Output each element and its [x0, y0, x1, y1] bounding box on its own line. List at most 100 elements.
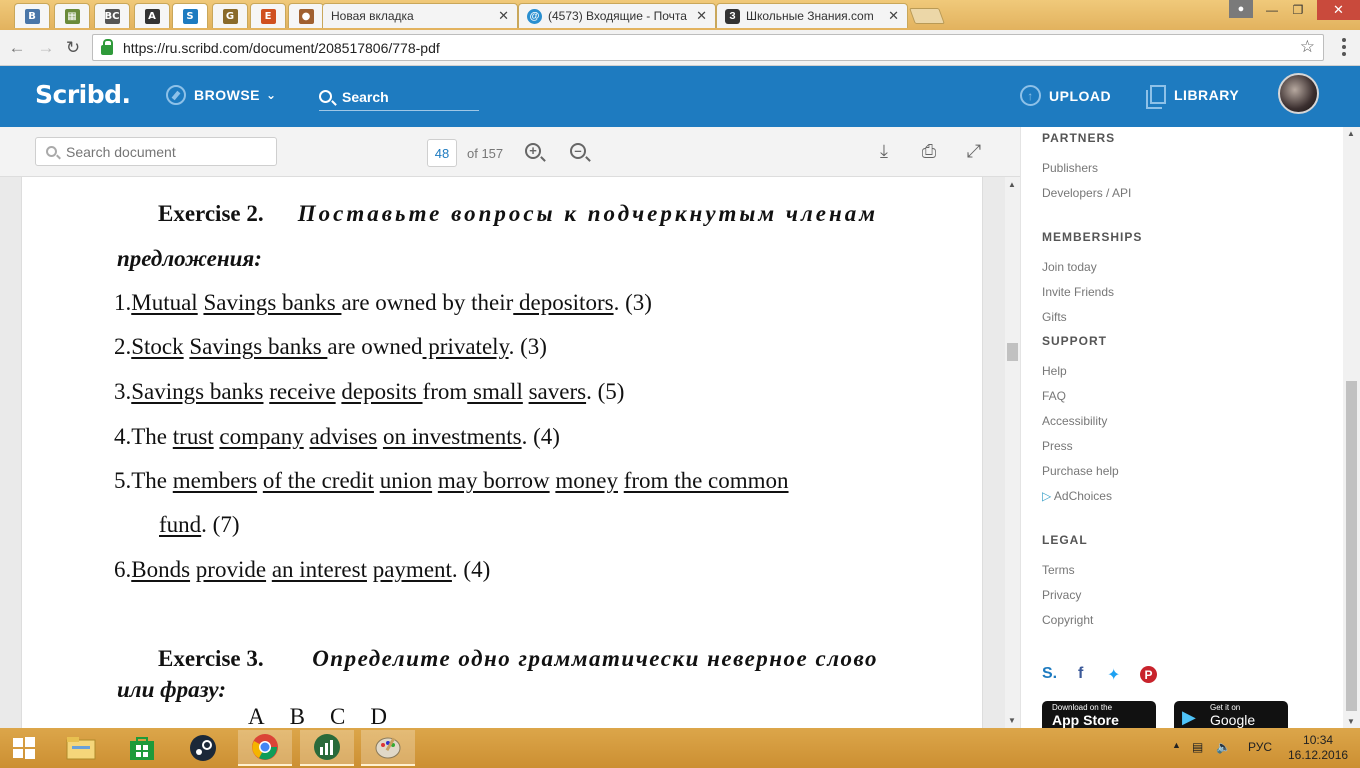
tab-new-tab[interactable]: Новая вкладка ✕	[322, 3, 518, 28]
address-bar[interactable]: https://ru.scribd.com/document/208517806…	[92, 34, 1324, 61]
library-label: LIBRARY	[1174, 86, 1240, 103]
language-indicator[interactable]: РУС	[1248, 740, 1272, 754]
scribd-logo[interactable]: Scribd.	[35, 80, 131, 109]
search-label: Search	[342, 88, 389, 105]
faq-link[interactable]: FAQ	[1042, 389, 1066, 403]
scroll-up-icon[interactable]: ▲	[1347, 129, 1355, 138]
google-play-button[interactable]: ▶ Get it on Google play	[1174, 701, 1288, 728]
forward-arrow-icon[interactable]: →	[35, 37, 57, 59]
tab-6[interactable]: G	[212, 3, 248, 28]
terms-link[interactable]: Terms	[1042, 563, 1075, 577]
steam-icon[interactable]	[176, 730, 230, 766]
accessibility-link[interactable]: Accessibility	[1042, 414, 1107, 428]
compass-icon	[166, 85, 186, 105]
zoom-out-icon[interactable]: –	[566, 139, 590, 163]
volume-icon[interactable]: 🔈	[1216, 740, 1231, 754]
favicon-icon: S	[182, 8, 198, 24]
facebook-icon[interactable]: f	[1078, 665, 1083, 683]
close-tab-icon[interactable]: ✕	[888, 8, 899, 24]
tab-2[interactable]: ▦	[54, 3, 90, 28]
system-clock[interactable]: 10:34 16.12.2016	[1288, 733, 1348, 763]
network-icon[interactable]: ▤	[1192, 740, 1203, 754]
browse-label: BROWSE	[194, 87, 260, 103]
store-icon[interactable]	[115, 730, 169, 766]
privacy-link[interactable]: Privacy	[1042, 588, 1081, 602]
copyright-link[interactable]: Copyright	[1042, 613, 1093, 627]
tab-znania[interactable]: З Школьные Знания.com ✕	[716, 3, 908, 28]
close-tab-icon[interactable]: ✕	[696, 8, 707, 24]
tab-7[interactable]: E	[250, 3, 286, 28]
scrollbar-thumb[interactable]	[1346, 381, 1357, 711]
scroll-up-icon[interactable]: ▲	[1008, 180, 1016, 189]
tab-mail[interactable]: @ (4573) Входящие - Почта ✕	[518, 3, 716, 28]
site-header: Scribd. BROWSE ⌄ Search ↑ UPLOAD LIBRARY	[0, 66, 1360, 127]
show-hidden-icons[interactable]: ▲	[1172, 740, 1181, 750]
clock-time: 10:34	[1303, 733, 1334, 747]
scribd-tab[interactable]: S	[172, 3, 208, 28]
scroll-down-icon[interactable]: ▼	[1347, 717, 1355, 726]
underlined-phrase: small	[467, 379, 523, 404]
underlined-phrase: of the credit	[262, 468, 374, 493]
exercise-line: 1.Mutual Savings banks are owned by thei…	[114, 290, 652, 316]
page-scrollbar[interactable]: ▲ ▼	[1343, 127, 1360, 728]
scroll-down-icon[interactable]: ▼	[1008, 716, 1016, 725]
browser-menu-icon[interactable]	[1336, 38, 1352, 56]
chrome-icon[interactable]	[238, 730, 292, 766]
developers-api-link[interactable]: Developers / API	[1042, 186, 1131, 200]
search-document-box[interactable]	[35, 137, 277, 166]
scrollbar-thumb[interactable]	[1007, 343, 1018, 361]
underlined-phrase: fund	[159, 512, 202, 537]
document-scrollbar[interactable]: ▲ ▼	[1005, 177, 1020, 728]
library-button[interactable]: LIBRARY	[1146, 85, 1240, 109]
minimize-button[interactable]: —	[1262, 0, 1282, 20]
gifts-link[interactable]: Gifts	[1042, 310, 1067, 324]
line-number: 4.	[114, 424, 132, 449]
exercise-label: Exercise 2.	[158, 201, 264, 226]
pinterest-icon[interactable]: P	[1140, 666, 1157, 683]
underlined-phrase: union	[379, 468, 433, 493]
search-document-input[interactable]	[66, 143, 256, 160]
new-tab-button[interactable]	[909, 8, 945, 24]
user-profile-icon[interactable]: ●	[1229, 0, 1253, 18]
avatar[interactable]	[1278, 73, 1319, 114]
reload-icon[interactable]: ↻	[62, 37, 84, 59]
tab-4[interactable]: A	[134, 3, 170, 28]
tab-8[interactable]: ●	[288, 3, 324, 28]
app-store-label: App Store	[1052, 712, 1119, 728]
monitor-app-icon[interactable]	[300, 730, 354, 766]
invite-friends-link[interactable]: Invite Friends	[1042, 285, 1114, 299]
upload-button[interactable]: ↑ UPLOAD	[1020, 85, 1111, 106]
paint-icon[interactable]	[361, 730, 415, 766]
back-arrow-icon[interactable]: ←	[6, 37, 28, 59]
publishers-link[interactable]: Publishers	[1042, 161, 1098, 175]
start-button[interactable]	[0, 730, 48, 766]
fullscreen-icon[interactable]: ⤢	[962, 139, 986, 163]
page-number-input[interactable]: 48	[427, 139, 457, 167]
twitter-icon[interactable]: ✦	[1107, 665, 1120, 685]
purchase-help-link[interactable]: Purchase help	[1042, 464, 1119, 478]
maximize-button[interactable]: ❐	[1288, 0, 1308, 20]
bc-tab[interactable]: BC	[94, 3, 130, 28]
join-today-link[interactable]: Join today	[1042, 260, 1097, 274]
underlined-phrase: company	[219, 424, 304, 449]
scribd-social-icon[interactable]: S.	[1042, 665, 1057, 683]
download-icon[interactable]: ⤓	[872, 139, 896, 163]
line-number: 1.	[114, 290, 132, 315]
adchoices-link[interactable]: ▷ AdChoices	[1042, 489, 1112, 503]
tab-title: Школьные Знания.com	[746, 9, 874, 23]
press-link[interactable]: Press	[1042, 439, 1073, 453]
file-explorer-icon[interactable]	[54, 730, 108, 766]
underlined-phrase: savers	[528, 379, 587, 404]
zoom-in-icon[interactable]: +	[521, 139, 545, 163]
close-tab-icon[interactable]: ✕	[498, 8, 509, 24]
site-search[interactable]: Search	[319, 83, 479, 111]
app-store-small-text: Download on the	[1052, 703, 1113, 712]
close-window-button[interactable]: ✕	[1317, 0, 1360, 20]
help-link[interactable]: Help	[1042, 364, 1067, 378]
app-store-button[interactable]: Download on the App Store	[1042, 701, 1156, 728]
bookmark-star-icon[interactable]: ☆	[1300, 37, 1315, 57]
vk-tab[interactable]: B	[14, 3, 50, 28]
page-count: of 157	[467, 146, 504, 161]
print-icon[interactable]: ⎙	[917, 139, 941, 163]
browse-menu[interactable]: BROWSE ⌄	[166, 85, 277, 105]
